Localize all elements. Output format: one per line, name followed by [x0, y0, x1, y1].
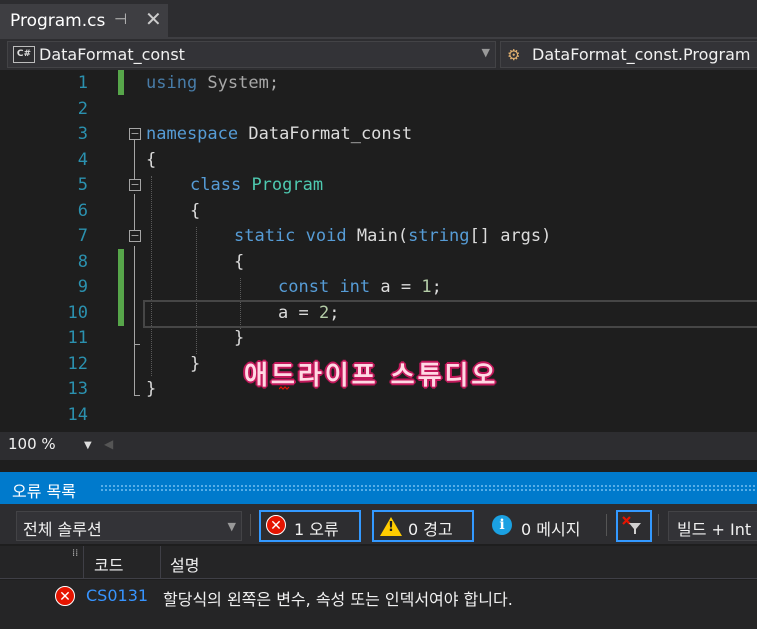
line-number: 10 — [67, 303, 88, 323]
toolbar-separator — [606, 514, 607, 536]
error-list-title: 오류 목록 — [12, 482, 76, 501]
class-icon: ⚙ — [507, 46, 521, 64]
csharp-project-icon: C# — [13, 46, 35, 63]
change-indicator — [118, 249, 124, 326]
warnings-filter-button[interactable]: ! 0 경고 — [372, 510, 474, 542]
code-line-9: const int a = 1; — [278, 277, 442, 297]
indent-guide — [151, 176, 152, 376]
warning-icon: ! — [380, 517, 402, 536]
outline-end — [134, 395, 140, 396]
messages-count-label: 0 메시지 — [521, 520, 581, 539]
code-line-13: } — [146, 379, 157, 399]
toolbar-separator — [658, 514, 659, 536]
outline-line — [134, 194, 135, 232]
filter-button[interactable] — [616, 510, 652, 542]
code-line-8: { — [234, 252, 245, 272]
errors-count-label: 1 오류 — [294, 520, 339, 539]
outline-end — [134, 344, 140, 345]
code-line-11: } — [234, 328, 245, 348]
type-dropdown-label: DataFormat_const.Program — [532, 45, 751, 64]
code-line-3: namespace DataFormat_const — [146, 124, 413, 144]
table-row[interactable]: ✕ CS0131 할당식의 왼쪽은 변수, 속성 또는 인덱서여야 합니다. — [0, 580, 757, 612]
collapse-icon[interactable]: − — [129, 128, 141, 140]
line-number: 6 — [77, 201, 88, 221]
column-header-code[interactable]: 코드 — [94, 552, 123, 576]
editor-status-bar: 100 % ▼ ◀ — [0, 432, 757, 460]
close-icon[interactable]: ✕ — [145, 7, 162, 31]
pin-icon[interactable]: ⊣ — [114, 10, 127, 28]
line-number: 9 — [77, 277, 88, 297]
project-dropdown-label: DataFormat_const — [39, 45, 185, 64]
scroll-left-icon[interactable]: ◀ — [104, 437, 113, 451]
error-icon: ✕ — [55, 586, 75, 606]
line-number: 4 — [77, 150, 88, 170]
build-source-label: 빌드 + Int — [677, 520, 752, 539]
build-source-dropdown[interactable]: 빌드 + Int — [668, 511, 757, 541]
chevron-down-icon[interactable]: ▼ — [482, 46, 490, 59]
error-list-toolbar: 전체 솔루션 ▼ ✕ 1 오류 ! 0 경고 i 0 메시지 빌드 + Int — [0, 504, 757, 544]
filter-icon — [622, 516, 641, 534]
scope-label: 전체 솔루션 — [23, 520, 102, 539]
navigation-bar: C# DataFormat_const ▼ ⚙ DataFormat_const… — [0, 39, 757, 70]
zoom-level[interactable]: 100 % — [8, 435, 56, 453]
code-line-4: { — [146, 150, 157, 170]
panel-drag-grip[interactable] — [100, 484, 757, 493]
error-list-titlebar[interactable]: 오류 목록 — [0, 472, 757, 504]
collapse-icon[interactable]: − — [129, 230, 141, 242]
outline-line — [134, 246, 135, 395]
error-icon: ✕ — [266, 515, 286, 535]
collapse-icon[interactable]: − — [129, 179, 141, 191]
zoom-dropdown-icon[interactable]: ▼ — [84, 440, 92, 451]
type-dropdown[interactable]: ⚙ DataFormat_const.Program — [500, 41, 757, 68]
project-dropdown[interactable]: C# DataFormat_const ▼ — [7, 41, 496, 68]
current-line-highlight — [143, 300, 757, 328]
warnings-count-label: 0 경고 — [408, 520, 453, 539]
watermark-text: 애드라이프 스튜디오 — [244, 361, 499, 391]
error-list-empty-area — [0, 612, 757, 629]
messages-filter-button[interactable]: i 0 메시지 — [484, 510, 602, 542]
code-line-1: using System; — [146, 73, 280, 93]
line-number: 8 — [77, 252, 88, 272]
code-line-6: { — [190, 201, 201, 221]
error-list-header: ⁞⁞ 코드 설명 — [0, 546, 757, 579]
column-separator[interactable] — [160, 546, 161, 578]
scope-dropdown[interactable]: 전체 솔루션 ▼ — [16, 511, 242, 541]
line-number: 7 — [77, 226, 88, 246]
column-separator[interactable] — [83, 546, 84, 578]
code-line-7: static void Main(string[] args) — [234, 226, 552, 246]
line-number: 5 — [77, 175, 88, 195]
code-line-5: class Program — [190, 175, 324, 195]
column-header-description[interactable]: 설명 — [170, 552, 199, 576]
line-number: 12 — [67, 354, 88, 374]
error-code-link[interactable]: CS0131 — [86, 586, 148, 605]
toolbar-separator — [250, 514, 251, 536]
tab-title: Program.cs — [10, 11, 106, 31]
error-description: 할당식의 왼쪽은 변수, 속성 또는 인덱서여야 합니다. — [163, 590, 513, 609]
line-number: 2 — [77, 99, 88, 119]
change-indicator — [118, 70, 124, 95]
document-tab-program-cs[interactable]: Program.cs ⊣ ✕ — [0, 4, 168, 37]
line-number: 1 — [77, 73, 88, 93]
line-number: 14 — [67, 405, 88, 425]
indent-guide — [196, 227, 197, 354]
info-icon: i — [492, 515, 512, 535]
errors-filter-button[interactable]: ✕ 1 오류 — [259, 510, 361, 542]
line-number: 13 — [67, 379, 88, 399]
line-number: 3 — [77, 124, 88, 144]
chevron-down-icon[interactable]: ▼ — [228, 520, 236, 533]
code-line-12: } — [190, 354, 201, 374]
outline-line — [134, 140, 135, 182]
code-line-10: a = 2; — [278, 303, 340, 323]
line-number: 11 — [67, 328, 88, 348]
column-options-icon[interactable]: ⁞⁞ — [72, 548, 78, 559]
